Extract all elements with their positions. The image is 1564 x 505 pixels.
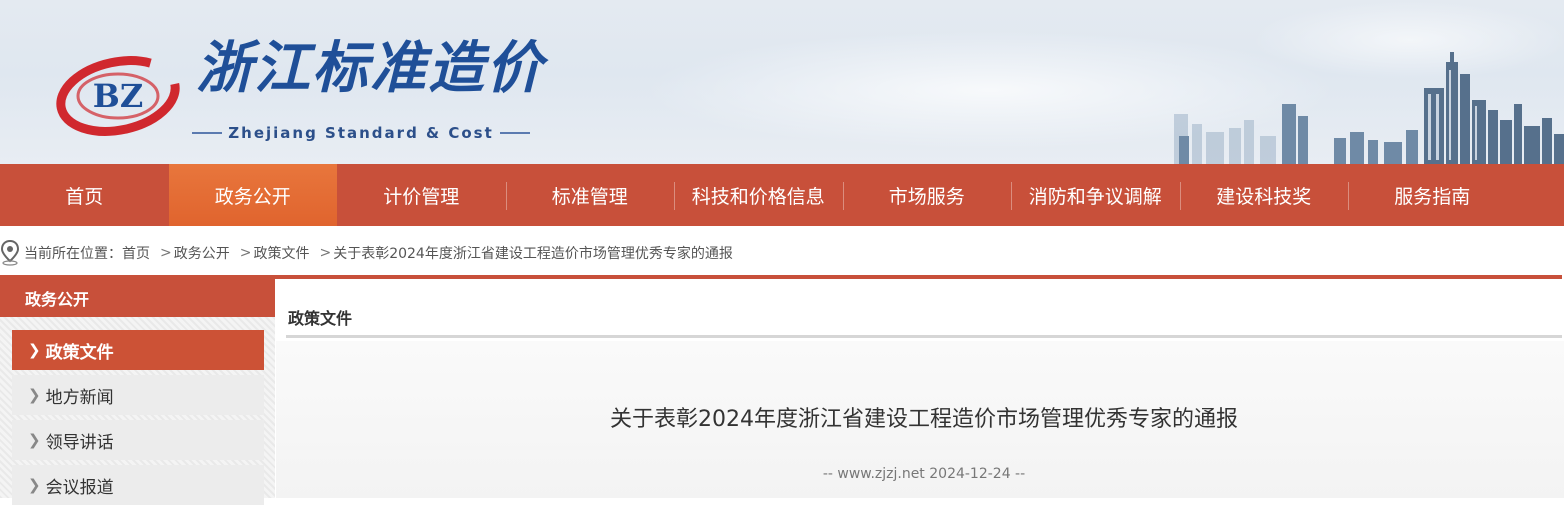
nav-item-fire-dispute-mediation[interactable]: 消防和争议调解	[1011, 164, 1180, 226]
logo-badge-text: BZ	[93, 77, 143, 115]
nav-item-pricing-management[interactable]: 计价管理	[337, 164, 506, 226]
site-header: BZ 浙江标准造价 Zhejiang Standard & Cost	[0, 0, 1564, 164]
breadcrumb-separator: >	[160, 245, 172, 261]
nav-label: 市场服务	[888, 185, 965, 208]
sidebar-item-local-news[interactable]: ❯ 地方新闻	[12, 375, 264, 415]
nav-label: 服务指南	[1394, 185, 1471, 208]
section-divider	[286, 335, 1562, 338]
nav-label: 计价管理	[383, 185, 460, 208]
location-pin-icon	[0, 240, 20, 266]
article-panel: 关于表彰2024年度浙江省建设工程造价市场管理优秀专家的通报 -- www.zj…	[276, 341, 1564, 498]
section-title: 政策文件	[288, 309, 353, 328]
breadcrumb-home[interactable]: 首页	[122, 243, 150, 263]
chevron-right-icon: ❯	[28, 476, 41, 494]
main-content: 政策文件 关于表彰2024年度浙江省建设工程造价市场管理优秀专家的通报 -- w…	[276, 279, 1564, 498]
nav-item-market-services[interactable]: 市场服务	[842, 164, 1012, 226]
logo-emblem[interactable]: BZ	[54, 52, 186, 138]
site-subtitle-row: Zhejiang Standard & Cost	[192, 124, 531, 142]
chevron-right-icon: ❯	[28, 341, 41, 359]
article-title: 关于表彰2024年度浙江省建设工程造价市场管理优秀专家的通报	[610, 407, 1238, 432]
breadcrumb-separator: >	[319, 245, 332, 261]
nav-label: 首页	[65, 185, 104, 208]
nav-label: 消防和争议调解	[1028, 185, 1162, 208]
nav-label: 科技和价格信息	[691, 185, 825, 208]
nav-label: 政务公开	[214, 185, 291, 208]
site-subtitle: Zhejiang Standard & Cost	[228, 124, 494, 142]
subtitle-rule-left	[192, 132, 223, 134]
sidebar-menu: ❯ 政策文件 ❯ 地方新闻 ❯ 领导讲话 ❯ 会议报道	[0, 317, 275, 505]
sidebar-item-label: 政策文件	[45, 342, 114, 363]
breadcrumb-prefix: 当前所在位置：	[24, 246, 122, 262]
nav-label: 建设科技奖	[1216, 185, 1312, 208]
nav-label: 标准管理	[551, 185, 628, 208]
breadcrumb-policy-documents[interactable]: 政策文件	[253, 243, 309, 263]
sidebar-item-label: 会议报道	[45, 477, 114, 498]
nav-item-service-guide[interactable]: 服务指南	[1348, 164, 1517, 226]
nav-item-construction-tech-award[interactable]: 建设科技奖	[1179, 164, 1349, 226]
sidebar-item-policy-documents[interactable]: ❯ 政策文件	[12, 330, 264, 370]
sidebar-heading: 政务公开	[0, 279, 275, 317]
site-title: 浙江标准造价	[196, 35, 544, 101]
sidebar-item-label: 领导讲话	[45, 432, 114, 453]
breadcrumb: 当前所在位置： 首页 > 政务公开 > 政策文件 > 关于表彰2024年度浙江省…	[0, 238, 733, 268]
chevron-right-icon: ❯	[28, 431, 41, 449]
article-meta: -- www.zjzj.net 2024-12-24 --	[822, 466, 1026, 482]
sidebar-item-meeting-reports[interactable]: ❯ 会议报道	[12, 465, 264, 505]
sidebar-item-label: 地方新闻	[45, 387, 114, 408]
breadcrumb-current-article[interactable]: 关于表彰2024年度浙江省建设工程造价市场管理优秀专家的通报	[333, 243, 733, 263]
nav-item-standard-management[interactable]: 标准管理	[505, 164, 675, 226]
subtitle-rule-right	[499, 132, 531, 134]
breadcrumb-government-affairs[interactable]: 政务公开	[174, 243, 230, 263]
nav-item-tech-price-info[interactable]: 科技和价格信息	[674, 164, 843, 226]
city-skyline-image	[1174, 52, 1564, 164]
sidebar-item-leader-speeches[interactable]: ❯ 领导讲话	[12, 420, 264, 460]
main-nav: 首页 政务公开 计价管理 标准管理 科技和价格信息 市场服务 消防和争议调解 建…	[0, 164, 1564, 226]
breadcrumb-separator: >	[239, 245, 252, 261]
chevron-right-icon: ❯	[28, 386, 41, 404]
nav-item-government-affairs[interactable]: 政务公开	[168, 164, 337, 226]
nav-item-home[interactable]: 首页	[0, 164, 169, 226]
